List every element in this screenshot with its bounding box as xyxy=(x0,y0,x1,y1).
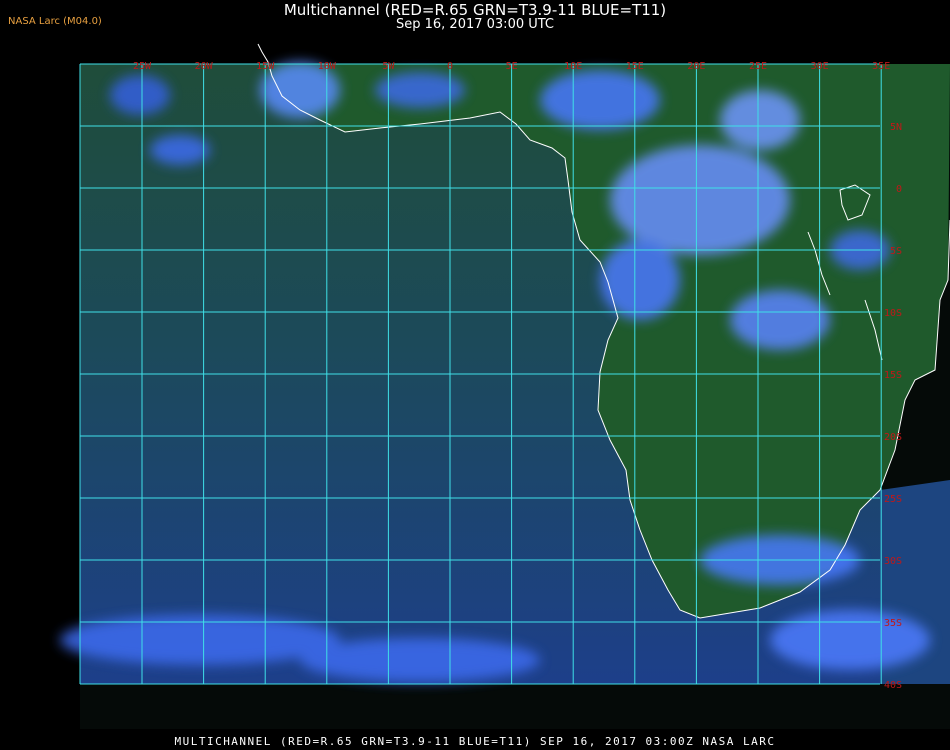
latitude-label: 10S xyxy=(884,308,902,319)
longitude-label: 25W xyxy=(133,61,152,72)
longitude-label: 35E xyxy=(872,61,890,72)
longitude-label: 5W xyxy=(382,61,395,72)
longitude-label: 25E xyxy=(749,61,767,72)
longitude-label: 10E xyxy=(564,61,582,72)
longitude-label: 10W xyxy=(318,61,337,72)
latitude-label: 30S xyxy=(884,556,902,567)
longitude-label: 0 xyxy=(447,61,453,72)
footer-caption: MULTICHANNEL (RED=R.65 GRN=T3.9-11 BLUE=… xyxy=(174,735,776,748)
latitude-label: 35S xyxy=(884,618,902,629)
latitude-label: 0 xyxy=(896,184,902,195)
latitude-label: 5N xyxy=(890,122,902,133)
longitude-label: 20W xyxy=(195,61,214,72)
longitude-label: 15W xyxy=(256,61,275,72)
longitude-label: 5E xyxy=(506,61,518,72)
latitude-label: 40S xyxy=(884,680,902,691)
latitude-label: 15S xyxy=(884,370,902,381)
latitude-label: 20S xyxy=(884,432,902,443)
latitude-label: 25S xyxy=(884,494,902,505)
longitude-label: 15E xyxy=(626,61,644,72)
longitude-label: 30E xyxy=(811,61,829,72)
longitude-label: 20E xyxy=(687,61,705,72)
satellite-map: 25W 20W 15W 10W 5W 0 5E 10E 15E 20E 25E 30E 35E 5N 0 5… xyxy=(60,43,950,729)
latitude-label: 5S xyxy=(890,246,902,257)
